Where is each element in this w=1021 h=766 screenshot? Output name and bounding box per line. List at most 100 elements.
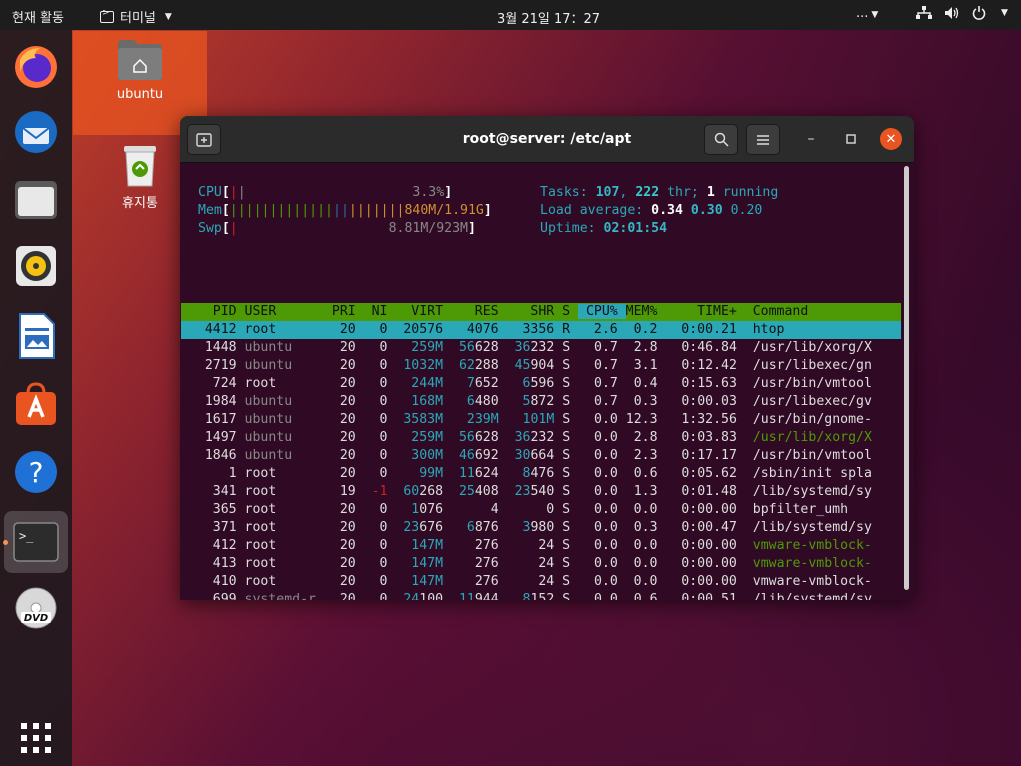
cell-state: S [562,502,579,517]
cell-shr: 45904 [514,358,563,373]
cell-user: ubuntu [244,340,324,355]
cpu-value: 3.3% [412,185,445,200]
firefox-launcher[interactable] [8,38,64,94]
thunderbird-launcher[interactable] [8,104,64,160]
cell-res: 11624 [458,466,507,481]
table-row[interactable]: 4412 root 20 0 20576 4076 3356 R 2.6 0.2… [181,321,785,339]
clock[interactable]: 3월 21일 17：27 [497,8,600,27]
table-row[interactable]: 1846 ubuntu 20 0 300M 46692 30664 S 0.0 … [181,447,872,465]
trash-icon [124,146,156,187]
writer-launcher[interactable] [8,308,64,364]
svg-text:?: ? [29,456,44,489]
cell-virt: 1032M [403,358,444,373]
app-menu[interactable]: 터미널 ▼ [100,7,172,26]
table-row[interactable]: 699 systemd-r 20 0 24100 11944 8152 S 0.… [181,591,872,600]
search-button[interactable] [704,124,738,155]
table-row[interactable]: 371 root 20 0 23676 6876 3980 S 0.0 0.3 … [181,519,872,537]
cell-pri: 19 [323,484,364,499]
table-row[interactable]: 1448 ubuntu 20 0 259M 56628 36232 S 0.7 … [181,339,872,357]
cell-state: S [562,394,579,409]
cell-user: ubuntu [244,358,324,373]
swap-meter: Swp[| 8.81M/923M] [198,221,476,236]
cell-pid: 699 [181,592,245,600]
cell-mem: 0.0 [625,556,666,571]
cell-virt: 60268 [403,484,452,499]
cell-pid: 341 [181,484,245,499]
table-row[interactable]: 1617 ubuntu 20 0 3583M 239M 101M S 0.0 1… [181,411,872,429]
cell-time: 0:00.00 [665,502,753,517]
cell-state: S [562,412,579,427]
cell-cpu: 0.0 [578,430,626,445]
cell-command: /usr/libexec/gn [752,358,872,373]
table-row[interactable]: 341 root 19 -1 60268 25408 23540 S 0.0 1… [181,483,872,501]
rhythmbox-launcher[interactable] [8,238,64,294]
dvd-launcher[interactable]: DVD [8,580,64,636]
terminal-window[interactable]: root@server: /etc/apt – ✕ CPU[|| 3.3%] M… [180,116,914,600]
table-header-row[interactable]: PID USER PRI NI VIRT RES SHR S CPU% MEM%… [181,303,808,321]
minimize-button[interactable]: – [800,128,822,150]
cell-ni: 0 [363,502,396,517]
cell-command: /lib/systemd/sy [752,520,872,535]
cell-pid: 1984 [181,394,245,409]
cell-time: 0:00.00 [665,538,753,553]
cell-res: 4076 [450,322,507,337]
cell-pri: 20 [323,574,364,589]
running-label: running [722,185,779,200]
maximize-button[interactable] [840,128,862,150]
window-titlebar[interactable]: root@server: /etc/apt – ✕ [180,116,914,163]
system-menu[interactable]: ▼ [916,6,1008,20]
terminal-icon [100,8,114,23]
trash-desktop-icon[interactable]: 휴지통 [100,144,180,211]
terminal-launcher[interactable]: >_ [4,511,68,573]
cell-user: root [244,538,324,553]
cell-state: S [562,466,579,481]
cell-time: 0:00.21 [665,322,753,337]
cell-command: /usr/lib/xorg/X [752,430,872,445]
table-row[interactable]: 1984 ubuntu 20 0 168M 6480 5872 S 0.7 0.… [181,393,872,411]
cell-shr: 101M [522,412,555,427]
scrollbar[interactable] [904,166,909,590]
cell-ni: 0 [363,340,396,355]
cell-mem: 0.4 [625,376,666,391]
table-row[interactable]: 412 root 20 0 147M 276 24 S 0.0 0.0 0:00… [181,537,872,555]
trash-label: 휴지통 [122,196,158,211]
table-row[interactable]: 413 root 20 0 147M 276 24 S 0.0 0.0 0:00… [181,555,872,573]
cell-shr: 3356 [506,322,563,337]
header-col-user: USER [244,304,324,319]
cell-time: 0:03.83 [665,430,753,445]
table-row[interactable]: 2719 ubuntu 20 0 1032M 62288 45904 S 0.7… [181,357,872,375]
hamburger-menu-icon [757,134,769,145]
table-row[interactable]: 724 root 20 0 244M 7652 6596 S 0.7 0.4 0… [181,375,872,393]
cell-ni: 0 [363,592,396,600]
table-row[interactable]: 1 root 20 0 99M 11624 8476 S 0.0 0.6 0:0… [181,465,872,483]
home-folder-desktop-icon[interactable]: ubuntu [100,38,180,102]
cell-user: root [244,484,324,499]
show-apps-button[interactable] [8,710,64,766]
activities-button[interactable]: 현재 활동 [12,7,64,26]
cell-shr: 36232 [514,340,563,355]
cell-user: ubuntu [244,448,324,463]
cell-state: S [562,376,579,391]
table-row[interactable]: 365 root 20 0 1076 4 0 S 0.0 0.0 0:00.00… [181,501,848,519]
close-button[interactable]: ✕ [880,128,902,150]
table-row[interactable]: 1497 ubuntu 20 0 259M 56628 36232 S 0.0 … [181,429,872,447]
cell-pid: 365 [181,502,245,517]
cell-ni: 0 [363,538,396,553]
files-launcher[interactable] [8,172,64,228]
cell-virt: 23676 [403,520,452,535]
help-launcher[interactable]: ? [8,444,64,500]
cell-time: 0:00.03 [665,394,753,409]
table-row[interactable]: 410 root 20 0 147M 276 24 S 0.0 0.0 0:00… [181,573,872,591]
cell-user: systemd-r [244,592,324,600]
uptime-label: Uptime: [540,221,596,236]
cell-pri: 20 [323,520,364,535]
cell-shr: 8476 [522,466,563,481]
cell-mem: 1.3 [625,484,666,499]
cell-shr: 24 [506,574,563,589]
menu-button[interactable] [746,124,780,155]
terminal-content[interactable]: CPU[|| 3.3%] Mem[||||||||||||||||||||||8… [180,164,914,600]
cell-res: 11944 [458,592,507,600]
software-launcher[interactable] [8,376,64,432]
overflow-menu[interactable]: ... ▼ [856,6,878,21]
software-center-icon [16,382,56,425]
